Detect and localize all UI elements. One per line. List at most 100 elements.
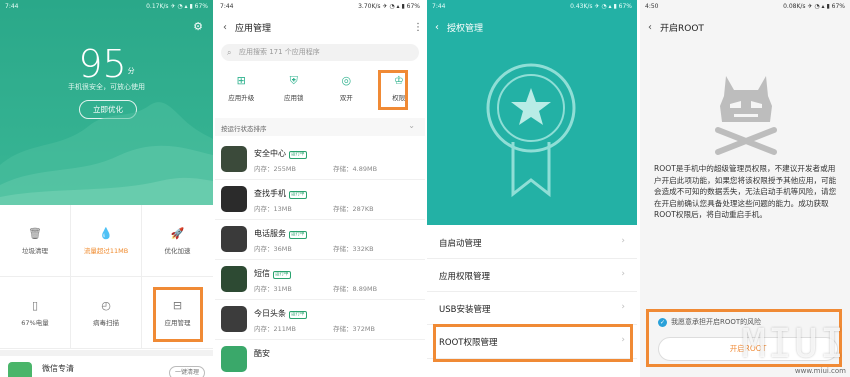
back-arrow-icon[interactable]: ‹ [427, 22, 447, 33]
security-center-screen: 7:44 0.17K/s ✈ ◔ ▴ ▮ 67% ⚙ 95分 手机很安全，可放心… [0, 0, 213, 377]
app-row-coolapk[interactable]: 酷安 [215, 340, 425, 377]
junk-clean-tile[interactable]: 🗑 垃圾清理 [0, 205, 71, 277]
shield-scan-icon: ◴ [101, 299, 111, 312]
tile-label: 病毒扫描 [93, 319, 119, 327]
status-bar: 4:50 0.08K/s ✈ ◔ ▴ ▮ 67% [640, 0, 850, 14]
tile-label: 优化加速 [164, 247, 191, 255]
app-row-sms[interactable]: 短信 运行中 内存：31MB 存储：8.89MB [215, 260, 425, 300]
star-badge-icon [486, 63, 576, 198]
upgrade-icon: ⊞ [236, 74, 246, 87]
authorization-title-bar: ‹ 授权管理 [427, 14, 637, 40]
back-arrow-icon[interactable]: ‹ [215, 22, 235, 33]
app-name: 酷安 [254, 349, 270, 358]
app-row-toutiao[interactable]: 今日头条 运行中 内存：211MB 存储：372MB [215, 300, 425, 340]
more-menu-icon[interactable]: ⋮ [411, 22, 425, 33]
drop-icon: 💧 [99, 227, 113, 240]
status-time: 7:44 [220, 3, 234, 10]
app-row-security[interactable]: 安全中心 运行中 内存：255MB 存储：4.89MB [215, 140, 425, 180]
app-storage: 存储：4.89MB [333, 165, 378, 173]
status-indicators: 0.17K/s ✈ ◔ ▴ ▮ 67% [146, 3, 208, 10]
virus-scan-tile[interactable]: ◴ 病毒扫描 [71, 277, 142, 349]
highlight-box [378, 70, 408, 110]
authorization-screen: 7:44 0.43K/s ✈ ◔ ▴ ▮ 67% ‹ 授权管理 自启动管理 › … [427, 0, 637, 377]
mi-bunny-skull-icon [715, 76, 777, 155]
app-memory: 内存：211MB [254, 325, 296, 333]
authorization-header: 7:44 0.43K/s ✈ ◔ ▴ ▮ 67% ‹ 授权管理 [427, 0, 637, 225]
dual-apps-button[interactable]: ◎ 双开 [320, 68, 373, 112]
security-status-text: 手机很安全，可放心使用 [68, 83, 145, 91]
app-name: 电话服务 运行中 [254, 229, 307, 239]
status-time: 7:44 [432, 3, 446, 10]
one-click-clean-button[interactable]: 一键清理 [169, 366, 205, 377]
app-search-input[interactable]: ⌕ 应用搜索 171 个应用程序 [221, 44, 419, 61]
watermark-logo: MIUI [741, 321, 846, 367]
app-permission-menu-item[interactable]: 应用权限管理 › [427, 259, 637, 292]
running-badge: 运行中 [289, 191, 307, 199]
usb-install-menu-item[interactable]: USB安装管理 › [427, 292, 637, 325]
menu-label: 应用权限管理 [439, 272, 491, 282]
app-name: 查找手机 运行中 [254, 189, 307, 199]
rocket-icon: 🚀 [170, 227, 185, 240]
battery-icon: ▯ [31, 299, 39, 312]
app-row-phone-service[interactable]: 电话服务 运行中 内存：36MB 存储：332KB [215, 220, 425, 260]
speed-up-tile[interactable]: 🚀 优化加速 [142, 205, 213, 277]
app-row-find-phone[interactable]: 查找手机 运行中 内存：13MB 存储：287KB [215, 180, 425, 220]
watermark-url: www.miui.com [794, 367, 846, 375]
sort-bar[interactable]: 按运行状态排序 ⌄ [215, 118, 425, 136]
wechat-clean-row[interactable]: 微信专清 一键清理 [0, 350, 213, 377]
settings-gear-icon[interactable]: ⚙ [193, 20, 203, 33]
tile-label: 垃圾清理 [22, 247, 48, 255]
app-memory: 内存：36MB [254, 245, 292, 253]
mountain-illustration [0, 102, 213, 205]
status-bar: 7:44 0.43K/s ✈ ◔ ▴ ▮ 67% [427, 0, 637, 14]
autostart-menu-item[interactable]: 自启动管理 › [427, 226, 637, 259]
data-usage-tile[interactable]: 💧 流量超过11MB [71, 205, 142, 277]
app-name: 今日头条 运行中 [254, 309, 307, 319]
root-warning-text: ROOT是手机中的超级管理员权限，不建议开发者或用户开启此项功能，如果您将该权限… [654, 164, 837, 219]
app-memory: 内存：255MB [254, 165, 296, 173]
status-time: 4:50 [645, 3, 659, 10]
status-indicators: 3.70K/s ✈ ◔ ▴ ▮ 67% [358, 3, 420, 10]
app-lock-button[interactable]: ⛨ 应用锁 [268, 68, 321, 112]
page-title: 授权管理 [447, 23, 484, 34]
app-storage: 存储：287KB [333, 205, 374, 213]
dual-icon: ◎ [341, 74, 352, 87]
enable-root-screen: 4:50 0.08K/s ✈ ◔ ▴ ▮ 67% ‹ 开启ROOT ROOT是手… [640, 0, 850, 377]
back-arrow-icon[interactable]: ‹ [640, 22, 660, 33]
app-memory: 内存：13MB [254, 205, 292, 213]
page-title: 应用管理 [235, 23, 272, 34]
running-badge: 运行中 [273, 271, 291, 279]
app-name: 安全中心 运行中 [254, 149, 307, 159]
quick-label: 应用锁 [284, 94, 304, 102]
app-upgrade-button[interactable]: ⊞ 应用升级 [215, 68, 268, 112]
app-icon [221, 186, 247, 212]
status-indicators: 0.08K/s ✈ ◔ ▴ ▮ 67% [783, 3, 845, 10]
highlight-box [153, 287, 203, 342]
app-storage: 存储：8.89MB [333, 285, 378, 293]
battery-tile[interactable]: ▯ 67%电量 [0, 277, 71, 349]
app-manager-screen: 7:44 3.70K/s ✈ ◔ ▴ ▮ 67% ‹ 应用管理 ⋮ ⌕ 应用搜索… [215, 0, 425, 377]
app-storage: 存储：372MB [333, 325, 375, 333]
status-indicators: 0.43K/s ✈ ◔ ▴ ▮ 67% [570, 3, 632, 10]
menu-label: USB安装管理 [439, 305, 491, 315]
highlight-box [433, 324, 633, 362]
tile-label: 67%电量 [21, 319, 49, 327]
quick-label: 应用升级 [228, 94, 255, 102]
root-title-bar: ‹ 开启ROOT [640, 14, 850, 40]
chevron-right-icon: › [621, 302, 625, 312]
miui-watermark: MIUI www.miui.com [742, 321, 846, 375]
running-badge: 运行中 [289, 311, 307, 319]
tile-label: 流量超过11MB [83, 247, 129, 255]
chevron-down-icon: ⌄ [408, 121, 415, 130]
status-bar: 7:44 3.70K/s ✈ ◔ ▴ ▮ 67% [215, 0, 425, 14]
score-value: 95 [78, 42, 127, 86]
chevron-right-icon: › [621, 269, 625, 279]
app-icon [221, 306, 247, 332]
app-icon [221, 346, 247, 372]
search-icon: ⌕ [227, 48, 232, 57]
trash-icon: 🗑 [28, 227, 42, 240]
wechat-clean-label: 微信专清 [42, 364, 74, 373]
sort-label: 按运行状态排序 [221, 125, 267, 133]
wechat-icon [8, 362, 32, 377]
security-score: 95分 [0, 42, 213, 86]
